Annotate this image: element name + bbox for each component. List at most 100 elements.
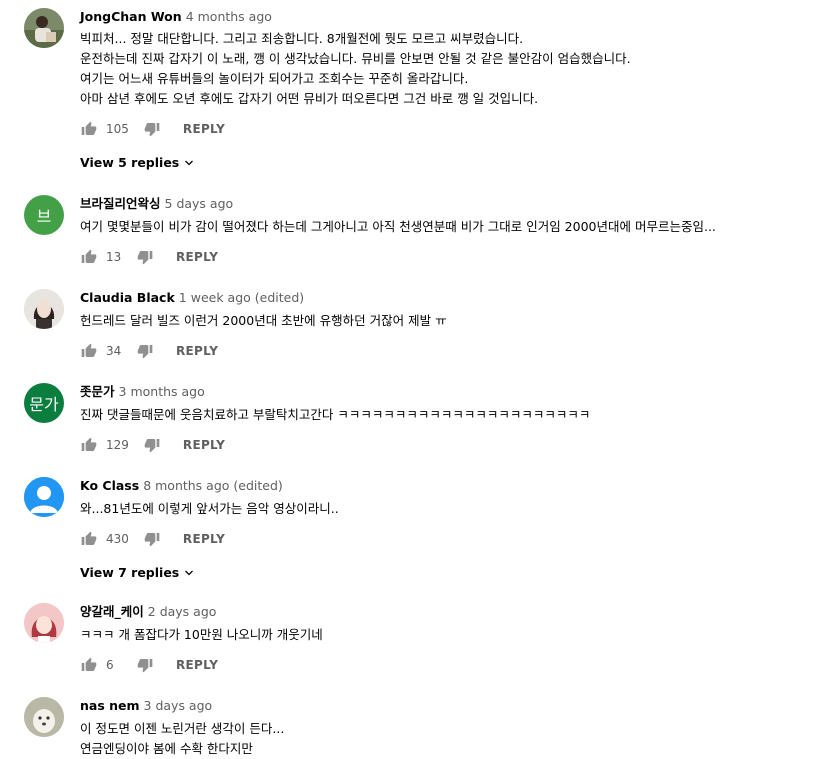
avatar[interactable]: 문가 <box>24 383 64 423</box>
like-button[interactable] <box>80 656 98 674</box>
thumbs-down-icon <box>144 123 160 137</box>
comment-time[interactable]: 3 months ago <box>119 384 205 399</box>
comment-time[interactable]: 1 week ago (edited) <box>179 290 304 305</box>
dislike-button[interactable] <box>143 530 161 548</box>
comment-text: ㅋㅋㅋ 개 폼잡다가 10만원 나오니까 개웃기네 <box>80 625 825 645</box>
thumbs-up-icon <box>81 657 97 671</box>
like-count: 34 <box>106 344 122 358</box>
author-name[interactable]: JongChan Won <box>80 9 182 24</box>
person-outdoor-photo <box>24 8 64 48</box>
dislike-button[interactable] <box>136 656 154 674</box>
comment-line: 진짜 댓글들때문에 웃음치료하고 부랄탁치고간다 ㅋㅋㅋㅋㅋㅋㅋㅋㅋㅋㅋㅋㅋㅋㅋ… <box>80 407 591 422</box>
comment-text: 헌드레드 달러 빌즈 이런거 2000년대 초반에 유행하던 거잖어 제발 ㅠ <box>80 311 825 331</box>
view-replies-label: View 7 replies <box>80 565 180 580</box>
comment-header: 브라질리언왁싱 5 days ago <box>80 195 825 213</box>
like-button[interactable] <box>80 436 98 454</box>
author-name[interactable]: 좃문가 <box>80 384 115 399</box>
comment-line: 연금엔딩이야 봄에 수확 한다지만 <box>80 741 253 756</box>
reply-button[interactable]: REPLY <box>183 438 225 452</box>
thumbs-up-icon <box>81 343 97 357</box>
woman-portrait-photo <box>24 289 64 329</box>
view-replies-button[interactable]: View 5 replies <box>80 155 195 170</box>
comment-actions: 6 REPLY <box>80 653 825 677</box>
view-replies-button[interactable]: View 7 replies <box>80 565 195 580</box>
thumbs-down-icon <box>137 251 153 265</box>
default-avatar-icon <box>24 477 64 517</box>
reply-button[interactable]: REPLY <box>176 658 218 672</box>
comment-time[interactable]: 4 months ago <box>186 9 272 24</box>
comment-text: 이 정도면 이젠 노린거란 생각이 든다... 연금엔딩이야 봄에 수확 한다지… <box>80 719 825 759</box>
author-name[interactable]: Ko Class <box>80 478 139 493</box>
dog-photo <box>24 697 64 737</box>
dislike-button[interactable] <box>136 342 154 360</box>
avatar[interactable] <box>24 603 64 643</box>
comment-actions: 105 REPLY <box>80 117 825 141</box>
like-count: 6 <box>106 658 114 672</box>
comment-header: Claudia Black 1 week ago (edited) <box>80 289 825 307</box>
comment-actions: 129 REPLY <box>80 433 825 457</box>
comment-time[interactable]: 3 days ago <box>144 698 213 713</box>
comment-line: 여기 몇몇분들이 비가 감이 떨어졌다 하는데 그게아니고 아직 천생연분때 비… <box>80 219 716 234</box>
view-replies-label: View 5 replies <box>80 155 180 170</box>
comment-text: 여기 몇몇분들이 비가 감이 떨어졌다 하는데 그게아니고 아직 천생연분때 비… <box>80 217 825 237</box>
comment-line: 아마 삼년 후에도 오년 후에도 갑자기 어떤 뮤비가 떠오른다면 그건 바로 … <box>80 91 539 106</box>
reply-button[interactable]: REPLY <box>183 532 225 546</box>
comment-header: 좃문가 3 months ago <box>80 383 825 401</box>
comment-actions: 13 REPLY <box>80 245 825 269</box>
thumbs-down-icon <box>144 439 160 453</box>
like-button[interactable] <box>80 342 98 360</box>
like-button[interactable] <box>80 530 98 548</box>
thumbs-up-icon <box>81 249 97 263</box>
like-count: 13 <box>106 250 122 264</box>
avatar[interactable] <box>24 477 64 517</box>
like-count: 430 <box>106 532 129 546</box>
like-button[interactable] <box>80 248 98 266</box>
thumbs-up-icon <box>81 531 97 545</box>
comment-header: Ko Class 8 months ago (edited) <box>80 477 825 495</box>
chevron-down-icon <box>185 570 194 575</box>
comment-actions: 34 REPLY <box>80 339 825 363</box>
thumbs-down-icon <box>144 533 160 547</box>
dislike-button[interactable] <box>136 248 154 266</box>
thumbs-up-icon <box>81 437 97 451</box>
avatar-letter: 문가 <box>29 395 59 414</box>
comment-time[interactable]: 8 months ago (edited) <box>143 478 283 493</box>
like-count: 129 <box>106 438 129 452</box>
avatar-letter: 브 <box>36 207 52 226</box>
comment-line: ㅋㅋㅋ 개 폼잡다가 10만원 나오니까 개웃기네 <box>80 627 323 642</box>
author-name[interactable]: 양갈래_케이 <box>80 604 144 619</box>
comment-text: 와...81년도에 이렇게 앞서가는 음악 영상이라니.. <box>80 499 825 519</box>
dislike-button[interactable] <box>143 436 161 454</box>
avatar[interactable] <box>24 289 64 329</box>
comment-line: 와...81년도에 이렇게 앞서가는 음악 영상이라니.. <box>80 501 339 516</box>
comment-header: nas nem 3 days ago <box>80 697 825 715</box>
like-button[interactable] <box>80 120 98 138</box>
comment-line: 헌드레드 달러 빌즈 이런거 2000년대 초반에 유행하던 거잖어 제발 ㅠ <box>80 313 447 328</box>
comment-line: 여기는 어느새 유튜버들의 놀이터가 되어가고 조회수는 꾸준히 올라갑니다. <box>80 71 469 86</box>
author-name[interactable]: nas nem <box>80 698 140 713</box>
thumbs-up-icon <box>81 121 97 135</box>
thumbs-down-icon <box>137 345 153 359</box>
comment-actions: 430 REPLY <box>80 527 825 551</box>
dislike-button[interactable] <box>143 120 161 138</box>
reply-button[interactable]: REPLY <box>176 344 218 358</box>
avatar[interactable] <box>24 8 64 48</box>
comment-time[interactable]: 2 days ago <box>148 604 217 619</box>
girl-portrait-photo <box>24 603 64 643</box>
comment-text: 빅피처... 정말 대단합니다. 그리고 죄송합니다. 8개월전에 뭣도 모르고… <box>80 29 825 109</box>
thumbs-down-icon <box>137 659 153 673</box>
chevron-down-icon <box>185 160 194 165</box>
comment-time[interactable]: 5 days ago <box>165 196 234 211</box>
comment-line: 운전하는데 진짜 갑자기 이 노래, 깽 이 생각났습니다. 뮤비를 안보면 안… <box>80 51 631 66</box>
comment-header: 양갈래_케이 2 days ago <box>80 603 825 621</box>
comment-header: JongChan Won 4 months ago <box>80 8 825 26</box>
comment-line: 빅피처... 정말 대단합니다. 그리고 죄송합니다. 8개월전에 뭣도 모르고… <box>80 31 524 46</box>
reply-button[interactable]: REPLY <box>176 250 218 264</box>
comment-text: 진짜 댓글들때문에 웃음치료하고 부랄탁치고간다 ㅋㅋㅋㅋㅋㅋㅋㅋㅋㅋㅋㅋㅋㅋㅋ… <box>80 405 825 425</box>
avatar[interactable]: 브 <box>24 195 64 235</box>
comment-line: 이 정도면 이젠 노린거란 생각이 든다... <box>80 721 285 736</box>
author-name[interactable]: 브라질리언왁싱 <box>80 196 161 211</box>
author-name[interactable]: Claudia Black <box>80 290 175 305</box>
avatar[interactable] <box>24 697 64 737</box>
reply-button[interactable]: REPLY <box>183 122 225 136</box>
